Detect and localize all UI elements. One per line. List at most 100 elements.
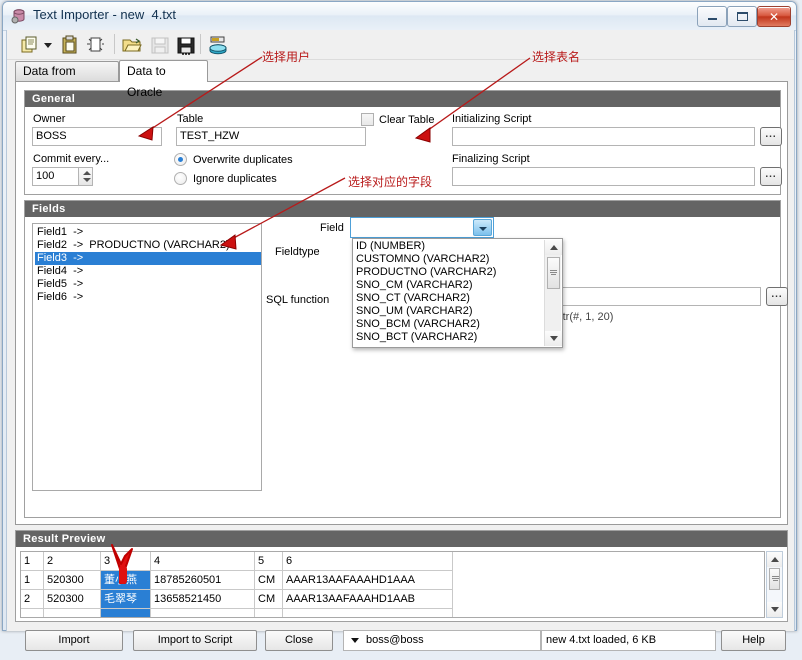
scroll-down-icon[interactable] [545, 331, 562, 346]
commit-every-label: Commit every... [33, 153, 110, 165]
field-list[interactable]: Field1 -> Field2 -> PRODUCTNO (VARCHAR2)… [32, 223, 262, 491]
clear-table-checkbox[interactable] [361, 113, 374, 126]
title-bar[interactable]: Text Importer - new 4.txt ✕ [3, 2, 796, 31]
finalizing-script-input[interactable] [452, 167, 755, 186]
ignore-duplicates-label: Ignore duplicates [193, 173, 277, 185]
help-button[interactable]: Help [721, 630, 786, 651]
table-cell[interactable]: 1 [21, 571, 44, 590]
initializing-script-input[interactable] [452, 127, 755, 146]
preview-scrollbar[interactable] [766, 551, 783, 618]
sql-function-browse-button[interactable]: ... [766, 287, 788, 306]
table-cell[interactable]: AAAR13AAFAAAHD1AAA [283, 571, 453, 590]
list-item[interactable]: Field2 -> PRODUCTNO (VARCHAR2) [35, 239, 261, 252]
clear-table-label: Clear Table [379, 114, 435, 126]
dropdown-option[interactable]: PRODUCTNO (VARCHAR2) [354, 266, 561, 279]
dropdown-scrollbar[interactable] [544, 240, 562, 346]
scroll-up-icon[interactable] [767, 552, 782, 567]
column-header[interactable]: 2 [44, 552, 101, 571]
table-cell[interactable]: 520300 [44, 590, 101, 609]
new-document-icon[interactable] [84, 34, 106, 56]
dropdown-option[interactable]: SNO_CM (VARCHAR2) [354, 279, 561, 292]
table-cell[interactable]: 13658521450 [151, 590, 255, 609]
annotation-select-field: 选择对应的字段 [348, 175, 433, 189]
table-input[interactable]: TEST_HZW [176, 127, 366, 146]
dropdown-arrow-icon[interactable] [43, 34, 53, 56]
ignore-duplicates-radio[interactable] [174, 172, 187, 185]
column-header[interactable]: 5 [255, 552, 283, 571]
fields-group-title: Fields [25, 201, 780, 217]
dropdown-option[interactable]: SNO_BCM (VARCHAR2) [354, 318, 561, 331]
table-cell[interactable] [101, 609, 151, 617]
overwrite-duplicates-radio[interactable] [174, 153, 187, 166]
database-import-icon[interactable] [207, 34, 229, 56]
scroll-down-icon[interactable] [767, 602, 782, 617]
import-button[interactable]: Import [25, 630, 123, 651]
minimize-button[interactable] [697, 6, 727, 27]
dropdown-option[interactable]: ID (NUMBER) [354, 240, 561, 253]
mouse-cursor [111, 544, 133, 584]
client-area: Data from Textfile Data to Oracle Genera… [6, 30, 795, 651]
overwrite-duplicates-label: Overwrite duplicates [193, 154, 293, 166]
scroll-thumb[interactable] [547, 257, 560, 289]
close-button-bottom[interactable]: Close [265, 630, 333, 651]
field-combo[interactable] [350, 217, 494, 238]
list-item[interactable]: Field1 -> [35, 226, 261, 239]
commit-every-stepper[interactable] [78, 167, 93, 186]
sql-function-input[interactable] [545, 287, 761, 306]
owner-input[interactable]: BOSS [32, 127, 162, 146]
tab-label: Data to Oracle [127, 64, 166, 99]
toolbar-separator-1 [114, 34, 115, 54]
tab-panel-data-to-oracle: General Owner BOSS Table TEST_HZW Clear … [15, 81, 788, 525]
database-icon [11, 8, 27, 24]
table-cell[interactable]: AAAR13AAFAAAHD1AAB [283, 590, 453, 609]
save-icon [149, 34, 171, 56]
dropdown-option[interactable]: SNO_BCT (VARCHAR2) [354, 331, 561, 344]
scroll-up-icon[interactable] [545, 240, 562, 255]
chevron-down-icon[interactable] [351, 638, 359, 643]
open-folder-icon[interactable] [121, 34, 143, 56]
list-item[interactable]: Field6 -> [35, 291, 261, 304]
table-cell[interactable] [21, 609, 44, 617]
field-dropdown-list[interactable]: ID (NUMBER) CUSTOMNO (VARCHAR2) PRODUCTN… [352, 238, 563, 348]
close-button[interactable]: ✕ [757, 6, 791, 27]
list-item[interactable]: Field5 -> [35, 278, 261, 291]
table-cell[interactable] [255, 609, 283, 617]
window-title: Text Importer - new 4.txt [33, 7, 177, 22]
initializing-script-browse-button[interactable]: ... [760, 127, 782, 146]
connection-field[interactable]: boss@boss [343, 630, 541, 651]
toolbar [7, 30, 794, 60]
sql-function-label: SQL function [266, 294, 330, 306]
finalizing-script-browse-button[interactable]: ... [760, 167, 782, 186]
dropdown-option[interactable]: SNO_UM (VARCHAR2) [354, 305, 561, 318]
maximize-button[interactable] [727, 6, 757, 27]
paste-icon[interactable] [59, 34, 81, 56]
table-cell[interactable]: 520300 [44, 571, 101, 590]
tab-data-to-oracle[interactable]: Data to Oracle [119, 60, 208, 99]
chevron-down-icon[interactable] [473, 219, 492, 236]
table-cell[interactable]: CM [255, 571, 283, 590]
table-cell[interactable] [44, 609, 101, 617]
column-header[interactable]: 6 [283, 552, 453, 571]
dropdown-option[interactable]: CUSTOMNO (VARCHAR2) [354, 253, 561, 266]
table-label: Table [177, 113, 204, 125]
annotation-select-user: 选择用户 [262, 50, 311, 64]
tab-data-from-textfile[interactable]: Data from Textfile [15, 61, 119, 97]
list-item[interactable]: Field3 -> [35, 252, 261, 265]
table-cell[interactable]: CM [255, 590, 283, 609]
status-field: new 4.txt loaded, 6 KB [541, 630, 716, 651]
import-to-script-button[interactable]: Import to Script [133, 630, 257, 651]
table-cell[interactable]: 2 [21, 590, 44, 609]
scroll-thumb[interactable] [769, 568, 780, 590]
column-header[interactable]: 1 [21, 552, 44, 571]
table-cell[interactable] [151, 609, 255, 617]
dropdown-option[interactable]: SNO_CT (VARCHAR2) [354, 292, 561, 305]
initializing-script-label: Initializing Script [452, 113, 532, 125]
table-cell[interactable] [283, 609, 453, 617]
table-cell[interactable]: 毛翠琴 [101, 590, 151, 609]
list-item[interactable]: Field4 -> [35, 265, 261, 278]
table-cell[interactable]: 18785260501 [151, 571, 255, 590]
copy-icon[interactable] [19, 34, 41, 56]
fields-group: Fields Field1 -> Field2 -> PRODUCTNO (VA… [24, 200, 788, 518]
column-header[interactable]: 4 [151, 552, 255, 571]
save-as-icon[interactable] [175, 34, 197, 56]
